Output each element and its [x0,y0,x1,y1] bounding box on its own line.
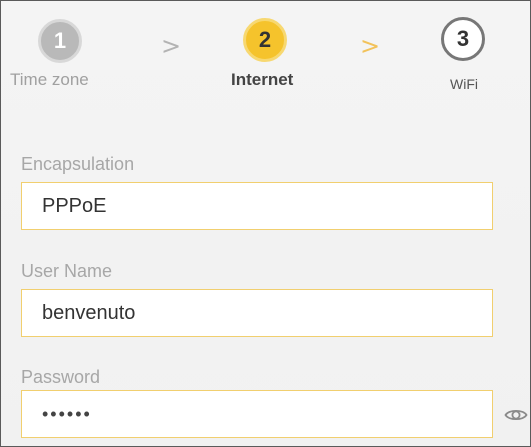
setup-wizard-panel: 1 > 2 > 3 Time zone Internet WiFi Encaps… [0,0,531,447]
username-input[interactable]: benvenuto [21,289,493,337]
step-1-indicator[interactable]: 1 [38,19,82,63]
step-1-label: Time zone [10,70,89,89]
step-3-label: WiFi [450,76,478,92]
username-label: User Name [21,261,113,281]
password-label: Password [21,367,101,387]
step-separator-2: > [360,32,381,60]
password-input[interactable]: •••••• [21,390,493,438]
eye-icon[interactable] [504,405,528,425]
encapsulation-label: Encapsulation [21,154,135,174]
encapsulation-select[interactable]: PPPoE [21,182,493,230]
step-3-indicator[interactable]: 3 [441,17,485,61]
step-2-indicator: 2 [243,18,287,62]
step-2-label: Internet [231,70,294,89]
step-separator-1: > [161,32,182,60]
wizard-steps: 1 > 2 > 3 Time zone Internet WiFi [1,1,530,106]
